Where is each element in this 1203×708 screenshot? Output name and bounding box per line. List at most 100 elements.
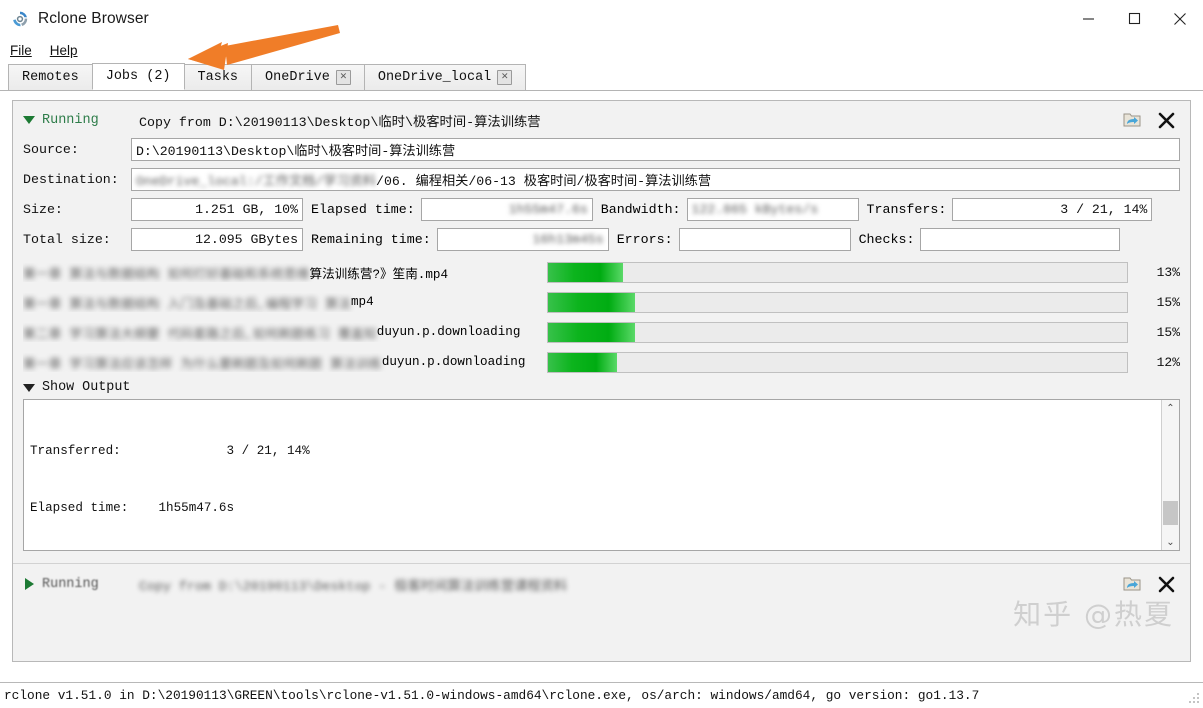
transfer-percent: 15% (1156, 324, 1180, 340)
transfer-progress-fill (548, 292, 635, 312)
destination-input[interactable]: OneDrive_local:/工作文档/学习资料/06. 编程相关/06-13… (131, 168, 1180, 191)
tab-jobs-label: Jobs (2) (105, 69, 171, 84)
minimize-icon[interactable] (1065, 0, 1111, 37)
resize-grip-icon[interactable] (1188, 692, 1200, 704)
total-size-value: 12.095 GBytes (195, 232, 298, 247)
transfer-filename-visible: duyun.p.downloading (376, 325, 521, 339)
transfers-value: 3 / 21, 14% (1060, 202, 1148, 217)
stop-job-icon[interactable] (1156, 110, 1176, 130)
job-header: Running Copy from D:\20190113\Desktop\临时… (23, 109, 1180, 131)
output-scrollbar[interactable]: ⌃ ⌄ (1161, 400, 1179, 550)
transfers-label: Transfers: (866, 202, 947, 217)
expand-triangle-icon[interactable] (25, 578, 34, 590)
window-title: Rclone Browser (38, 9, 149, 27)
job-title: Copy from D:\20190113\Desktop\临时\极客时间-算法… (139, 114, 541, 130)
job-status-label: Running (42, 576, 99, 592)
transfer-filename: 第一章 学习算法应该怎样 为什么要刷题及如何刷题 算法训练 duyun.p.do… (23, 353, 547, 372)
source-label: Source: (23, 142, 79, 157)
menu-file[interactable]: File (10, 43, 32, 58)
transfer-filename-visible: 算法训练营?》笙南.mp4 (309, 267, 449, 282)
transfer-filename: 第二章 学习算法大纲要 代码套路之后,如何刷题练习 覆盖知 duyun.p.do… (23, 323, 547, 342)
transfer-progress-list: 第一章 算法与数据结构 如何打好基础和系统思维 算法训练营?》笙南.mp4 13… (23, 260, 1180, 374)
menu-help[interactable]: Help (50, 43, 78, 58)
transfer-filename-blurred: 第二章 学习算法大纲要 代码套路之后,如何刷题练习 覆盖知 (23, 327, 377, 342)
tab-jobs[interactable]: Jobs (2) (91, 63, 185, 90)
transfer-progress-bar (547, 351, 1128, 373)
errors-label: Errors: (616, 232, 673, 247)
destination-label: Destination: (23, 172, 119, 187)
title-bar: Rclone Browser (0, 0, 1203, 38)
transfer-progress-bar (547, 291, 1128, 313)
tab-onedrive[interactable]: OneDrive ✕ (251, 64, 365, 90)
size-label: Size: (23, 202, 63, 217)
transfer-row: 第一章 学习算法应该怎样 为什么要刷题及如何刷题 算法训练 duyun.p.do… (23, 350, 1180, 374)
show-output-toggle[interactable]: Show Output (23, 380, 1180, 395)
tab-onedrive-local-label: OneDrive_local (377, 70, 492, 85)
scrollbar-thumb[interactable] (1163, 500, 1178, 525)
scroll-up-icon[interactable]: ⌃ (1162, 400, 1179, 416)
source-row: Source: D:\20190113\Desktop\临时\极客时间-算法训练… (23, 138, 1180, 161)
tab-remotes-label: Remotes (22, 70, 79, 85)
transfer-progress-bar (547, 321, 1128, 343)
transfer-progress-fill (548, 352, 618, 372)
show-output-label: Show Output (42, 380, 131, 395)
scroll-down-icon[interactable]: ⌄ (1162, 534, 1179, 550)
status-bar-text: rclone v1.51.0 in D:\20190113\GREEN\tool… (4, 687, 980, 703)
job-item: Running Copy from D:\20190113\Desktop - … (13, 564, 1190, 606)
transfer-row: 第一章 算法与数据结构 如何打好基础和系统思维 算法训练营?》笙南.mp4 13… (23, 260, 1180, 284)
transfer-filename-blurred: 第一章 学习算法应该怎样 为什么要刷题及如何刷题 算法训练 (23, 357, 382, 372)
destination-value: /06. 编程相关/06-13 极客时间/极客时间-算法训练营 (376, 174, 712, 189)
transfer-filename: 第一章 算法与数据结构 入门及基础之后,编程学习 算法 mp4 (23, 293, 547, 312)
job-title: Copy from D:\20190113\Desktop - 极客时间算法训练… (139, 575, 567, 594)
destination-value-blurred: OneDrive_local:/工作文档/学习资料 (136, 174, 377, 189)
tab-onedrive-label: OneDrive (265, 70, 330, 85)
total-size-value-field: 12.095 GBytes (131, 228, 303, 251)
checks-field (920, 228, 1121, 251)
transfer-percent: 15% (1156, 294, 1180, 310)
errors-field (678, 228, 851, 251)
job-status: Running (42, 577, 134, 592)
jobs-panel: Running Copy from D:\20190113\Desktop\临时… (0, 91, 1203, 682)
menu-help-label: Help (49, 43, 78, 58)
open-destination-folder-icon[interactable] (1122, 110, 1142, 130)
maximize-icon[interactable] (1111, 0, 1157, 37)
size-row: Size: 1.251 GB, 10% Elapsed time: 1h55m4… (23, 198, 1180, 221)
total-size-row: Total size: 12.095 GBytes Remaining time… (23, 228, 1180, 251)
transfer-filename: 第一章 算法与数据结构 如何打好基础和系统思维 算法训练营?》笙南.mp4 (23, 263, 547, 282)
menu-file-label: File (10, 43, 32, 58)
job-title-blurred: Copy from D:\20190113\Desktop - 极客时间算法训练… (139, 578, 568, 594)
transfer-progress-bar (547, 261, 1128, 283)
scrollbar-track[interactable] (1162, 416, 1179, 534)
source-input[interactable]: D:\20190113\Desktop\临时\极客时间-算法训练营 (131, 138, 1180, 161)
tab-tasks[interactable]: Tasks (183, 64, 253, 90)
open-destination-folder-icon[interactable] (1122, 574, 1142, 594)
show-output-triangle-icon (23, 383, 35, 392)
transfer-filename-blurred: 第一章 算法与数据结构 入门及基础之后,编程学习 算法 (23, 297, 351, 312)
output-line: Elapsed time: 1h55m47.6s (30, 501, 235, 515)
transfer-filename-visible: mp4 (351, 295, 374, 309)
remaining-time-field: 16h13m45s (436, 228, 609, 251)
rclone-logo-icon (10, 9, 30, 29)
bandwidth-value: 122.865 kBytes/s (691, 202, 819, 217)
tab-close-icon[interactable]: ✕ (335, 70, 351, 85)
checks-label: Checks: (858, 232, 915, 247)
tab-remotes[interactable]: Remotes (8, 64, 93, 90)
output-line: Transferred: 3 / 21, 14% (30, 444, 310, 458)
rclone-browser-window: Rclone Browser File Help Remotes Jobs (2… (0, 0, 1203, 707)
tab-tasks-label: Tasks (197, 70, 239, 85)
tab-onedrive-local[interactable]: OneDrive_local ✕ (363, 64, 527, 90)
output-text[interactable]: Transferred: 3 / 21, 14% Elapsed time: 1… (24, 400, 1161, 550)
bandwidth-label: Bandwidth: (600, 202, 681, 217)
stop-job-icon[interactable] (1156, 574, 1176, 594)
transfer-percent: 13% (1156, 264, 1180, 280)
window-controls (1065, 0, 1203, 37)
jobs-list: Running Copy from D:\20190113\Desktop\临时… (12, 100, 1191, 662)
tab-close-icon[interactable]: ✕ (497, 70, 513, 85)
close-icon[interactable] (1157, 0, 1203, 37)
remaining-time-value: 16h13m45s (532, 232, 604, 247)
collapse-triangle-icon[interactable] (23, 116, 35, 124)
size-value: 1.251 GB, 10% (195, 202, 298, 217)
transfers-field: 3 / 21, 14% (952, 198, 1153, 221)
menu-bar: File Help (0, 38, 1203, 63)
remaining-time-label: Remaining time: (311, 232, 431, 247)
